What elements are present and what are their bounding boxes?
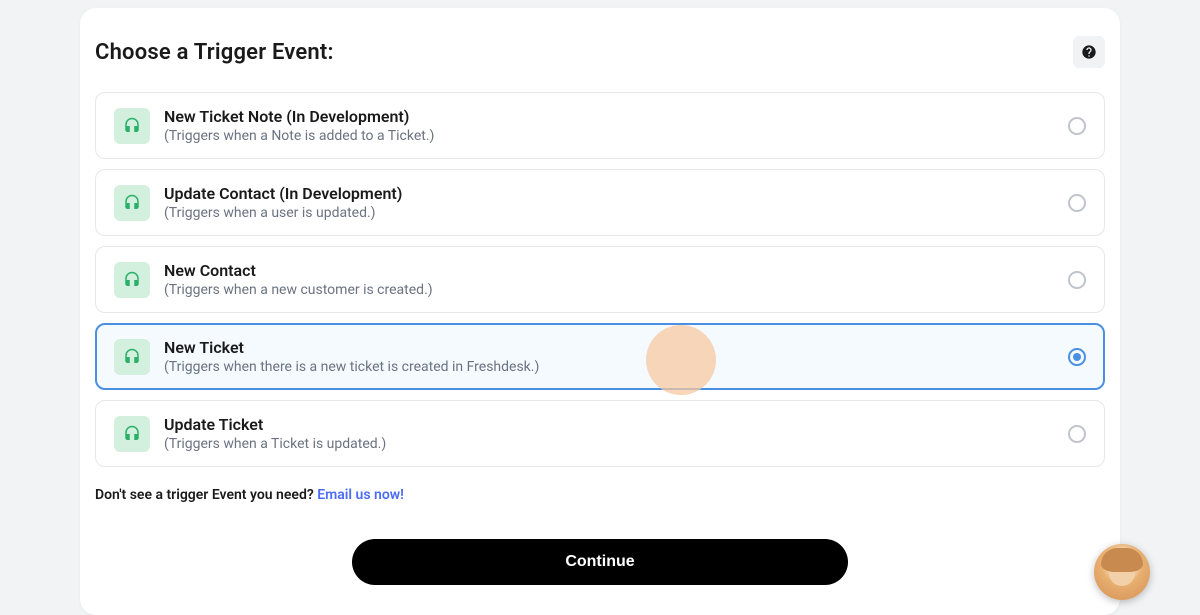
freshdesk-icon	[114, 185, 150, 221]
footer-prompt-text: Don't see a trigger Event you need?	[95, 487, 317, 503]
option-title: New Ticket Note (In Development)	[164, 107, 1054, 126]
option-desc: (Triggers when a new customer is created…	[164, 282, 1054, 298]
option-desc: (Triggers when there is a new ticket is …	[164, 359, 1054, 375]
freshdesk-icon	[114, 108, 150, 144]
trigger-option-update-contact[interactable]: Update Contact (In Development) (Trigger…	[95, 169, 1105, 236]
option-title: Update Ticket	[164, 415, 1054, 434]
freshdesk-icon	[114, 339, 150, 375]
radio-button[interactable]	[1068, 348, 1086, 366]
help-button[interactable]	[1073, 36, 1105, 68]
radio-button[interactable]	[1068, 194, 1086, 212]
trigger-option-update-ticket[interactable]: Update Ticket (Triggers when a Ticket is…	[95, 400, 1105, 467]
help-icon	[1081, 44, 1097, 60]
radio-button[interactable]	[1068, 117, 1086, 135]
option-title: New Ticket	[164, 338, 1054, 357]
continue-button[interactable]: Continue	[352, 539, 848, 585]
page-title: Choose a Trigger Event:	[95, 40, 334, 65]
option-desc: (Triggers when a Note is added to a Tick…	[164, 128, 1054, 144]
radio-button[interactable]	[1068, 271, 1086, 289]
assistant-avatar[interactable]	[1094, 544, 1150, 600]
trigger-option-new-ticket-note[interactable]: New Ticket Note (In Development) (Trigge…	[95, 92, 1105, 159]
trigger-option-new-contact[interactable]: New Contact (Triggers when a new custome…	[95, 246, 1105, 313]
trigger-option-list: New Ticket Note (In Development) (Trigge…	[95, 92, 1105, 467]
footer-prompt: Don't see a trigger Event you need? Emai…	[95, 487, 1105, 503]
freshdesk-icon	[114, 416, 150, 452]
trigger-option-new-ticket[interactable]: New Ticket (Triggers when there is a new…	[95, 323, 1105, 390]
option-title: Update Contact (In Development)	[164, 184, 1054, 203]
radio-button[interactable]	[1068, 425, 1086, 443]
option-desc: (Triggers when a user is updated.)	[164, 205, 1054, 221]
freshdesk-icon	[114, 262, 150, 298]
option-desc: (Triggers when a Ticket is updated.)	[164, 436, 1054, 452]
option-title: New Contact	[164, 261, 1054, 280]
email-us-link[interactable]: Email us now!	[317, 487, 404, 503]
